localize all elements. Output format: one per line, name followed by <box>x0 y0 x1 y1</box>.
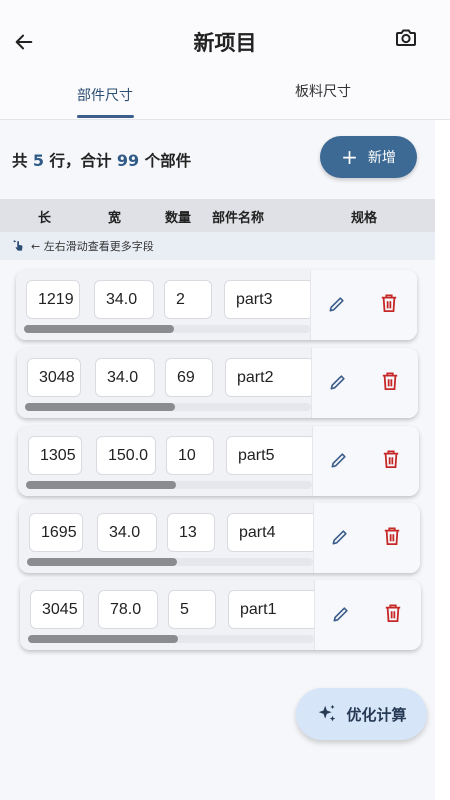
row-actions <box>314 580 421 650</box>
row-actions <box>310 270 417 340</box>
table-row: 1695 34.0 13 part4 <box>19 503 420 573</box>
width-input[interactable]: 34.0 <box>95 358 155 397</box>
column-length: 长 <box>38 211 52 226</box>
length-input[interactable]: 1305 <box>28 436 82 475</box>
tab-part-size-label: 部件尺寸 <box>77 88 133 104</box>
width-input[interactable]: 150.0 <box>96 436 156 475</box>
edit-button[interactable] <box>327 294 349 316</box>
column-spec: 规格 <box>351 211 378 226</box>
summary-part-count: 99 <box>116 151 140 170</box>
scrollbar-thumb[interactable] <box>25 403 175 411</box>
app-bar: 新项目 <box>0 0 450 75</box>
length-input[interactable]: 1219 <box>26 280 80 319</box>
length-input[interactable]: 1695 <box>29 513 83 552</box>
table-row: 1219 34.0 2 part3 <box>16 270 417 340</box>
row-cells: 1219 34.0 2 part3 <box>16 270 314 340</box>
scrollbar-thumb[interactable] <box>26 481 176 489</box>
trash-icon <box>382 372 398 390</box>
delete-button[interactable] <box>382 449 404 473</box>
tab-bar: 部件尺寸 板料尺寸 <box>0 75 450 120</box>
part-name-input[interactable]: part4 <box>227 513 317 552</box>
part-name-input[interactable]: part5 <box>226 436 316 475</box>
column-width: 宽 <box>108 211 122 226</box>
summary-row-count: 5 <box>32 151 45 170</box>
swipe-hint: ← 左右滑动查看更多字段 <box>0 232 435 260</box>
row-actions <box>313 503 420 573</box>
column-part-name: 部件名称 <box>212 211 265 226</box>
tab-board-size[interactable]: 板料尺寸 <box>268 75 378 120</box>
edge-strip <box>435 120 450 800</box>
optimize-button-label: 优化计算 <box>346 705 407 724</box>
plus-icon: + <box>341 145 358 169</box>
tab-board-size-label: 板料尺寸 <box>295 84 351 100</box>
edit-button[interactable] <box>331 604 353 626</box>
edit-button[interactable] <box>329 450 351 472</box>
part-name-input[interactable]: part3 <box>224 280 314 319</box>
add-button-label: 新增 <box>367 150 396 166</box>
tab-indicator <box>77 115 134 118</box>
tab-part-size[interactable]: 部件尺寸 <box>50 75 160 120</box>
table-row: 1305 150.0 10 part5 <box>18 426 419 496</box>
row-actions <box>311 348 418 418</box>
sparkles-icon <box>319 704 336 722</box>
delete-button[interactable] <box>383 526 405 550</box>
horizontal-scrollbar[interactable] <box>27 558 313 566</box>
trash-icon <box>385 604 401 622</box>
horizontal-scrollbar[interactable] <box>26 481 312 489</box>
row-cells: 1305 150.0 10 part5 <box>18 426 316 496</box>
edit-icon <box>331 453 346 468</box>
horizontal-scrollbar[interactable] <box>24 325 310 333</box>
camera-button[interactable] <box>394 26 420 52</box>
horizontal-scrollbar[interactable] <box>25 403 311 411</box>
column-quantity: 数量 <box>165 211 192 226</box>
scrollbar-thumb[interactable] <box>24 325 174 333</box>
delete-button[interactable] <box>381 371 403 395</box>
quantity-input[interactable]: 10 <box>166 436 214 475</box>
optimize-button[interactable]: 优化计算 <box>296 688 427 740</box>
summary-mid: 行，合计 <box>49 152 112 170</box>
width-input[interactable]: 34.0 <box>97 513 157 552</box>
summary-prefix: 共 <box>12 152 28 170</box>
edit-icon <box>329 297 344 312</box>
row-cells: 3048 34.0 69 part2 <box>17 348 315 418</box>
trash-icon <box>384 527 400 545</box>
delete-button[interactable] <box>384 603 406 627</box>
quantity-input[interactable]: 5 <box>168 590 216 629</box>
length-input[interactable]: 3045 <box>30 590 84 629</box>
page-title: 新项目 <box>193 31 257 55</box>
swipe-hint-text: ← 左右滑动查看更多字段 <box>31 240 154 253</box>
table-row: 3045 78.0 5 part1 <box>20 580 421 650</box>
swipe-hand-icon <box>13 240 23 251</box>
row-actions <box>312 426 419 496</box>
scrollbar-thumb[interactable] <box>28 635 178 643</box>
part-name-input[interactable]: part1 <box>228 590 318 629</box>
edit-button[interactable] <box>330 527 352 549</box>
row-cells: 3045 78.0 5 part1 <box>20 580 318 650</box>
summary-text: 共 5 行，合计 99 个部件 <box>12 149 191 171</box>
part-name-input[interactable]: part2 <box>225 358 315 397</box>
horizontal-scrollbar[interactable] <box>28 635 314 643</box>
row-cells: 1695 34.0 13 part4 <box>19 503 317 573</box>
camera-icon <box>396 29 416 46</box>
quantity-input[interactable]: 13 <box>167 513 215 552</box>
table-row: 3048 34.0 69 part2 <box>17 348 418 418</box>
width-input[interactable]: 34.0 <box>94 280 154 319</box>
table-header: 长 宽 数量 部件名称 规格 <box>0 199 435 232</box>
scrollbar-thumb[interactable] <box>27 558 177 566</box>
edit-icon <box>333 607 348 622</box>
edit-button[interactable] <box>328 372 350 394</box>
edit-icon <box>330 375 345 390</box>
delete-button[interactable] <box>380 293 402 317</box>
trash-icon <box>381 294 397 312</box>
length-input[interactable]: 3048 <box>27 358 81 397</box>
summary-suffix: 个部件 <box>144 152 192 170</box>
quantity-input[interactable]: 2 <box>164 280 212 319</box>
quantity-input[interactable]: 69 <box>165 358 213 397</box>
add-button[interactable]: + 新增 <box>320 136 417 178</box>
trash-icon <box>383 450 399 468</box>
edit-icon <box>332 530 347 545</box>
width-input[interactable]: 78.0 <box>98 590 158 629</box>
